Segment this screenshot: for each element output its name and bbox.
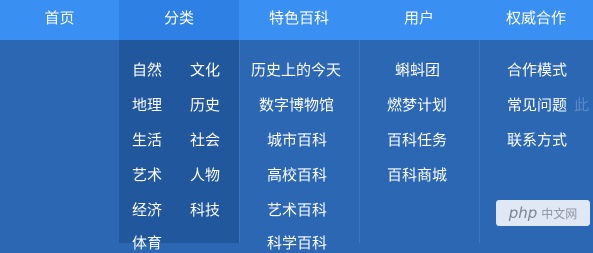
featured-link-university[interactable]: 高校百科: [267, 164, 327, 185]
category-link-life[interactable]: 生活: [132, 129, 162, 150]
user-link-dream-plan[interactable]: 燃梦计划: [387, 94, 447, 115]
column-divider: [239, 40, 240, 243]
watermark-logo-text: php: [508, 204, 538, 222]
column-divider: [479, 40, 480, 243]
user-link-mall[interactable]: 百科商城: [387, 164, 447, 185]
user-link-tasks[interactable]: 百科任务: [387, 129, 447, 150]
category-link-history[interactable]: 历史: [190, 94, 220, 115]
featured-link-city[interactable]: 城市百科: [267, 129, 327, 150]
featured-link-art[interactable]: 艺术百科: [267, 199, 327, 220]
authority-link-faq[interactable]: 常见问题: [507, 94, 567, 115]
category-link-people[interactable]: 人物: [190, 164, 220, 185]
nav-category[interactable]: 分类: [119, 0, 239, 40]
authority-link-contact[interactable]: 联系方式: [507, 129, 567, 150]
background-text: 此: [574, 96, 590, 114]
nav-featured[interactable]: 特色百科: [239, 0, 359, 40]
category-link-technology[interactable]: 科技: [190, 199, 220, 220]
featured-link-today-in-history[interactable]: 历史上的今天: [251, 59, 341, 80]
nav-authority[interactable]: 权威合作: [479, 0, 593, 40]
nav-home[interactable]: 首页: [0, 0, 119, 40]
featured-link-digital-museum[interactable]: 数字博物馆: [259, 94, 334, 115]
category-link-society[interactable]: 社会: [190, 129, 220, 150]
user-link-tadpole-team[interactable]: 蝌蚪团: [395, 59, 440, 80]
top-nav-bar: 首页 分类 特色百科 用户 权威合作: [0, 0, 593, 40]
category-link-nature[interactable]: 自然: [132, 59, 162, 80]
category-link-culture[interactable]: 文化: [190, 59, 220, 80]
category-link-art[interactable]: 艺术: [132, 164, 162, 185]
category-link-geography[interactable]: 地理: [132, 94, 162, 115]
watermark-sub-text: 中文网: [541, 206, 578, 221]
php-watermark: php 中文网: [496, 200, 590, 226]
column-divider: [359, 40, 360, 243]
nav-user[interactable]: 用户: [359, 0, 479, 40]
authority-link-cooperation-mode[interactable]: 合作模式: [507, 59, 567, 80]
category-link-economy[interactable]: 经济: [132, 199, 162, 220]
